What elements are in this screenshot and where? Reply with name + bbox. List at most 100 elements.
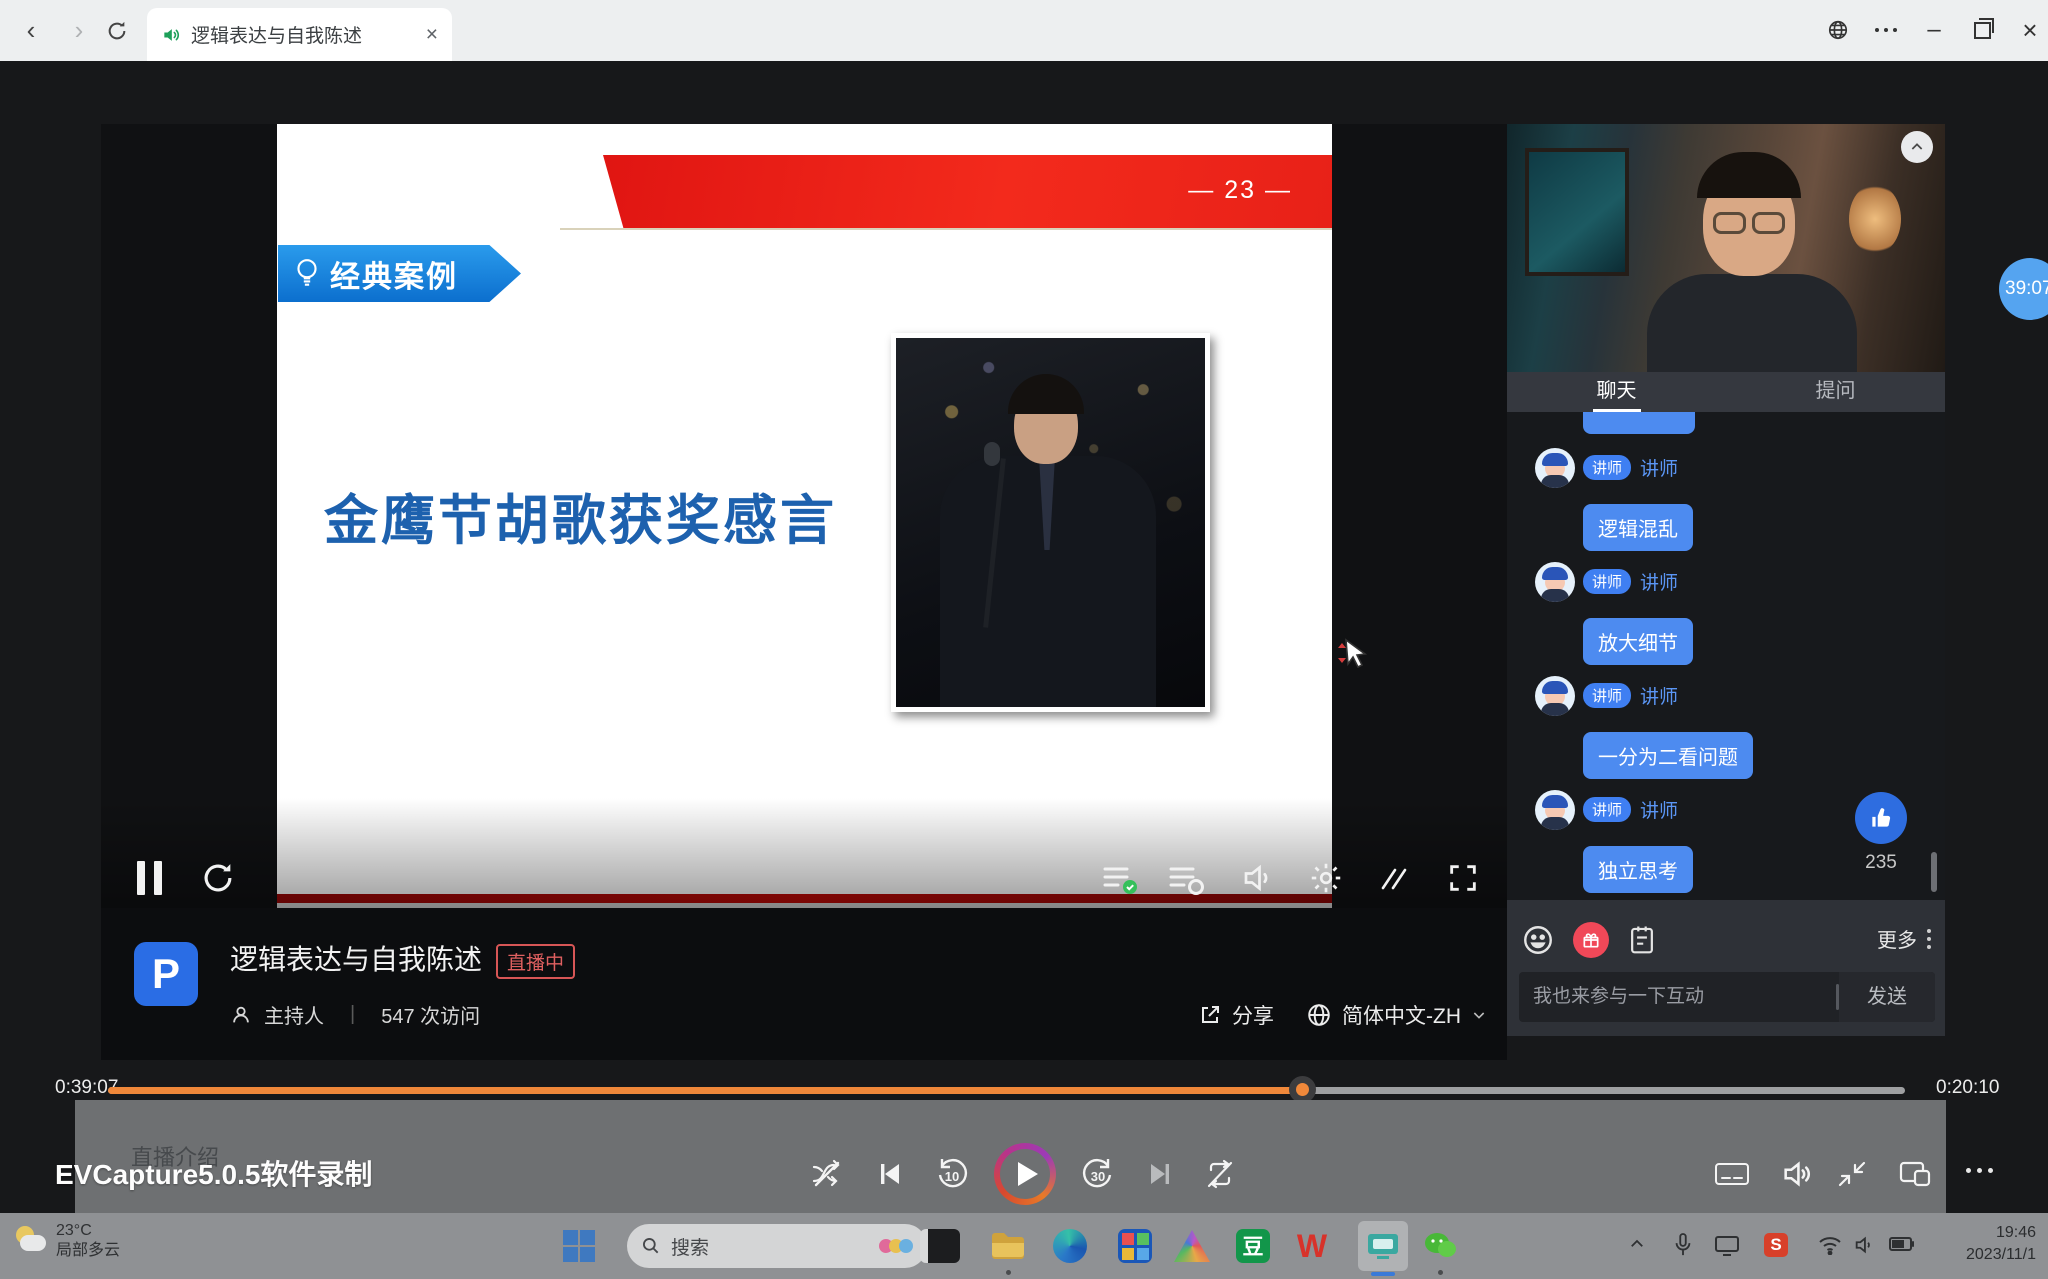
slide-title: 金鹰节胡歌获奖感言 <box>324 476 837 555</box>
running-indicator <box>1006 1270 1011 1275</box>
avatar <box>1535 562 1575 602</box>
taskbar-app-wechat[interactable] <box>1420 1226 1460 1266</box>
taskbar-app-wps[interactable]: W <box>1292 1226 1332 1266</box>
taskbar-app-store[interactable] <box>1115 1226 1155 1266</box>
tab-close-icon[interactable]: × <box>426 23 438 47</box>
role-badge: 讲师 <box>1583 683 1631 708</box>
subtitle-keyboard-icon[interactable] <box>1712 1158 1752 1190</box>
browser-titlebar: ‹ › 逻辑表达与自我陈述 × – × <box>0 0 2048 61</box>
more-label[interactable]: 更多 <box>1877 924 1917 953</box>
tab-chat[interactable]: 聊天 <box>1507 372 1726 412</box>
forward-icon[interactable]: › <box>62 14 96 48</box>
desktop-screen: ‹ › 逻辑表达与自我陈述 × – × — 23 — 经典案例 <box>0 0 2048 1279</box>
next-track-icon[interactable] <box>1144 1158 1176 1190</box>
search-placeholder: 搜索 <box>671 1233 873 1260</box>
refresh-icon[interactable] <box>100 14 134 48</box>
chat-bubble: 放大细节 <box>1583 618 1693 665</box>
fullscreen-icon[interactable] <box>1445 861 1481 895</box>
forward-30-icon[interactable]: 30 <box>1080 1156 1116 1192</box>
slide-photo <box>891 333 1210 712</box>
browser-tab[interactable]: 逻辑表达与自我陈述 × <box>147 8 452 61</box>
search-highlight-icon <box>883 1239 913 1253</box>
announcement-icon[interactable] <box>1627 924 1657 956</box>
like-count: 235 <box>1855 852 1907 874</box>
presentation-slide: — 23 — 经典案例 金鹰节胡歌获奖感言 <box>277 124 1332 908</box>
taskbar-weather[interactable]: 23°C 局部多云 <box>14 1221 120 1261</box>
role-badge: 讲师 <box>1583 797 1631 822</box>
stream-title: 逻辑表达与自我陈述 <box>230 938 482 978</box>
previous-track-icon[interactable] <box>874 1158 906 1190</box>
chevron-up-icon <box>1909 139 1925 155</box>
browser-network-icon[interactable] <box>1818 10 1858 50</box>
start-button[interactable] <box>563 1230 595 1262</box>
chat-message-list[interactable]: 讲师讲师 逻辑混乱 讲师讲师 放大细节 讲师讲师 一分为二看问题 讲师讲师 独立… <box>1507 412 1945 900</box>
picture-in-picture-icon[interactable] <box>1896 1157 1934 1191</box>
more-controls-icon[interactable] <box>1966 1168 1993 1173</box>
avatar <box>1535 448 1575 488</box>
share-button[interactable]: 分享 <box>1198 1000 1274 1030</box>
weather-icon <box>14 1226 48 1256</box>
chat-bubble: 逻辑混乱 <box>1583 504 1693 551</box>
avatar <box>1535 676 1575 716</box>
taskbar-clock[interactable]: 19:46 2023/11/1 <box>1966 1222 2036 1267</box>
playlist-settings-icon[interactable] <box>1167 862 1207 896</box>
chat-input[interactable] <box>1519 986 1836 1008</box>
shrink-window-icon[interactable] <box>1834 1157 1870 1191</box>
volume-icon[interactable] <box>1239 860 1277 896</box>
seek-handle[interactable] <box>1289 1076 1316 1103</box>
like-button[interactable] <box>1855 792 1907 844</box>
pause-icon[interactable] <box>137 861 162 895</box>
taskbar-app-douban[interactable]: 豆 <box>1233 1226 1273 1266</box>
restore-icon[interactable] <box>1962 10 2002 50</box>
volume-panel-icon[interactable] <box>1778 1157 1816 1191</box>
tray-volume-icon[interactable] <box>1852 1234 1876 1256</box>
platform-logo: P <box>134 942 198 1006</box>
shuffle-off-icon[interactable] <box>808 1157 846 1191</box>
taskbar-app-prism[interactable] <box>1172 1226 1212 1266</box>
slide-case-badge: 经典案例 <box>278 245 521 302</box>
chevron-down-icon <box>1471 1007 1487 1023</box>
settings-gear-icon[interactable] <box>1307 860 1345 896</box>
reload-stream-icon[interactable] <box>199 859 237 897</box>
language-selector[interactable]: 简体中文-ZH <box>1306 1000 1487 1030</box>
repeat-off-icon[interactable] <box>1202 1158 1238 1190</box>
sender-name: 讲师 <box>1640 454 1678 481</box>
tray-battery-icon[interactable] <box>1888 1235 1916 1253</box>
tab-questions[interactable]: 提问 <box>1726 372 1945 412</box>
tab-audio-icon[interactable] <box>161 25 181 45</box>
send-button[interactable]: 发送 <box>1839 972 1935 1022</box>
tray-wifi-icon[interactable] <box>1818 1235 1842 1255</box>
role-badge: 讲师 <box>1583 455 1631 480</box>
floating-timer-badge[interactable]: 39:07 <box>1999 258 2048 320</box>
browser-menu-icon[interactable] <box>1866 10 1906 50</box>
avatar <box>1535 790 1575 830</box>
rewind-10-icon[interactable]: 10 <box>934 1156 970 1192</box>
seek-bar[interactable] <box>108 1087 1905 1094</box>
share-icon <box>1198 1003 1222 1027</box>
line-switch-icon[interactable] <box>1375 862 1413 896</box>
tray-chevron-icon[interactable] <box>1628 1235 1646 1253</box>
windows-taskbar: 23°C 局部多云 搜索 豆 W <box>0 1213 2048 1279</box>
chat-bubble-clipped <box>1583 412 1695 434</box>
taskbar-app-edge[interactable] <box>1050 1226 1090 1266</box>
taskbar-app-explorer[interactable] <box>988 1226 1028 1266</box>
emoji-icon[interactable] <box>1521 923 1555 957</box>
tray-display-icon[interactable] <box>1714 1234 1740 1258</box>
more-options-icon[interactable] <box>1927 929 1931 949</box>
gift-icon[interactable] <box>1573 922 1609 958</box>
taskbar-search[interactable]: 搜索 <box>627 1224 927 1268</box>
tray-mic-icon[interactable] <box>1672 1231 1694 1259</box>
back-icon[interactable]: ‹ <box>14 14 48 48</box>
collapse-sidebar-button[interactable] <box>1901 131 1933 163</box>
minimize-icon[interactable]: – <box>1914 10 1954 50</box>
sender-name: 讲师 <box>1640 796 1678 823</box>
close-icon[interactable]: × <box>2010 10 2048 50</box>
tray-sogou-icon[interactable]: S <box>1764 1233 1788 1257</box>
clock-date: 2023/11/1 <box>1966 1246 2036 1263</box>
playlist-selected-icon[interactable] <box>1101 862 1141 896</box>
video-player[interactable]: — 23 — 经典案例 金鹰节胡歌获奖感言 <box>101 124 1507 908</box>
taskbar-app-photos[interactable] <box>920 1226 960 1266</box>
taskbar-app-recorder-active[interactable] <box>1358 1221 1408 1271</box>
play-button[interactable] <box>994 1143 1056 1205</box>
chat-scrollbar[interactable] <box>1931 852 1937 892</box>
